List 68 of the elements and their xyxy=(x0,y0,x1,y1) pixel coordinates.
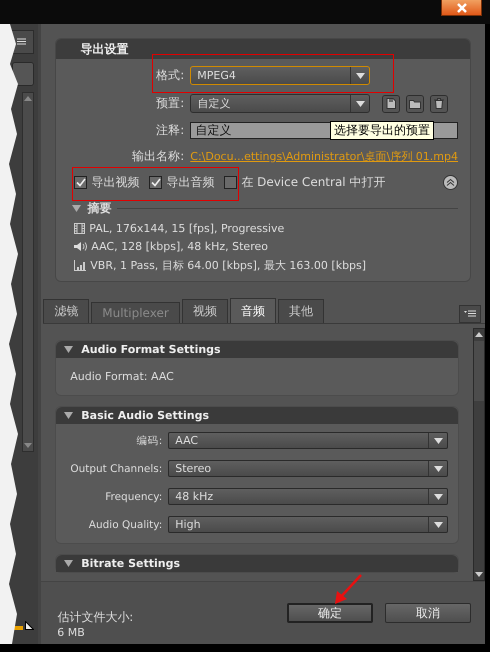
collapse-triangle-icon[interactable] xyxy=(72,205,82,212)
scrollbar[interactable] xyxy=(473,328,485,581)
estimate-label: 估计文件大小: xyxy=(57,609,134,626)
close-button[interactable] xyxy=(441,0,482,16)
delete-preset-button[interactable] xyxy=(430,94,448,112)
export-checkbox[interactable]: 在 Device Central 中打开 xyxy=(224,174,386,191)
scroll-down-icon[interactable] xyxy=(475,572,483,577)
speaker-icon xyxy=(74,241,88,252)
collapse-triangle-icon[interactable] xyxy=(64,412,74,419)
estimate-value: 6 MB xyxy=(57,626,86,639)
collapse-triangle-icon[interactable] xyxy=(64,346,74,353)
check-icon xyxy=(76,178,86,187)
summary-text: AAC, 128 [kbps], 48 kHz, Stereo xyxy=(91,240,268,253)
menu-icon xyxy=(16,38,26,46)
dropdown-caret-icon xyxy=(434,522,442,528)
dropdown-caret-icon xyxy=(434,466,442,472)
field-label: Output Channels: xyxy=(69,462,162,474)
dropdown-caret-icon xyxy=(434,438,442,444)
tooltip: 选择要导出的预置 xyxy=(330,121,434,140)
field-label: 注释: xyxy=(155,122,184,139)
field-label: 预置: xyxy=(155,95,184,112)
scroll-up-icon[interactable] xyxy=(475,332,483,337)
preset-dropdown[interactable]: 自定义 xyxy=(190,94,370,113)
field-label: 编码: xyxy=(136,434,162,448)
dropdown[interactable]: Stereo xyxy=(168,460,448,477)
panel-title: 导出设置 xyxy=(56,39,470,59)
close-icon xyxy=(456,2,466,12)
panel-menu-button[interactable] xyxy=(459,305,481,323)
dropdown[interactable]: AAC xyxy=(168,432,448,449)
summary-text: VBR, 1 Pass, 目标 64.00 [kbps], 最大 163.00 [kbps] xyxy=(90,258,366,273)
field-text: Audio Format: AAC xyxy=(70,370,175,383)
format-dropdown[interactable]: MPEG4 xyxy=(190,66,370,85)
menu-icon xyxy=(464,310,476,318)
dropdown[interactable]: High xyxy=(168,516,448,533)
output-path-link[interactable]: C:\Docu...ettings\Administrator\桌面\序列 01.mp4 xyxy=(190,149,458,164)
annotation-arrow xyxy=(333,574,363,606)
folder-icon xyxy=(409,98,422,108)
tab[interactable]: 视频 xyxy=(182,299,228,323)
bar-graph-icon xyxy=(74,260,86,271)
dropdown-caret-icon xyxy=(434,494,442,500)
collapse-icon[interactable] xyxy=(443,175,458,190)
import-preset-button[interactable] xyxy=(406,94,424,112)
collapse-triangle-icon[interactable] xyxy=(64,560,74,567)
scroll-thumb[interactable] xyxy=(474,341,484,401)
section-title: Audio Format Settings xyxy=(81,343,221,356)
film-icon xyxy=(74,223,86,234)
save-preset-button[interactable] xyxy=(382,94,400,112)
dropdown-caret-icon xyxy=(356,72,365,78)
field-label: 输出名称: xyxy=(131,148,184,165)
field-label: Audio Quality: xyxy=(88,518,162,530)
section-title: Bitrate Settings xyxy=(81,557,180,570)
summary-text: PAL, 176x144, 15 [fps], Progressive xyxy=(89,222,284,235)
tab[interactable]: 滤镜 xyxy=(43,299,90,323)
section-title: Basic Audio Settings xyxy=(81,409,210,422)
tab[interactable]: 音频 xyxy=(230,298,276,323)
summary-title: 摘要 xyxy=(87,200,112,217)
field-label: Frequency: xyxy=(104,490,162,502)
dialog-button[interactable]: 取消 xyxy=(385,603,471,623)
export-checkbox[interactable]: 导出视频 xyxy=(74,174,140,191)
dropdown-caret-icon xyxy=(356,100,365,106)
trash-icon xyxy=(434,98,444,109)
check-icon xyxy=(150,178,161,187)
resize-grip-icon[interactable] xyxy=(25,621,34,630)
export-checkbox[interactable]: 导出音频 xyxy=(149,174,214,191)
tab[interactable]: 其他 xyxy=(278,299,324,323)
field-label: 格式: xyxy=(155,67,184,84)
dialog-button[interactable]: 确定 xyxy=(287,603,373,623)
dropdown[interactable]: 48 kHz xyxy=(168,488,448,505)
